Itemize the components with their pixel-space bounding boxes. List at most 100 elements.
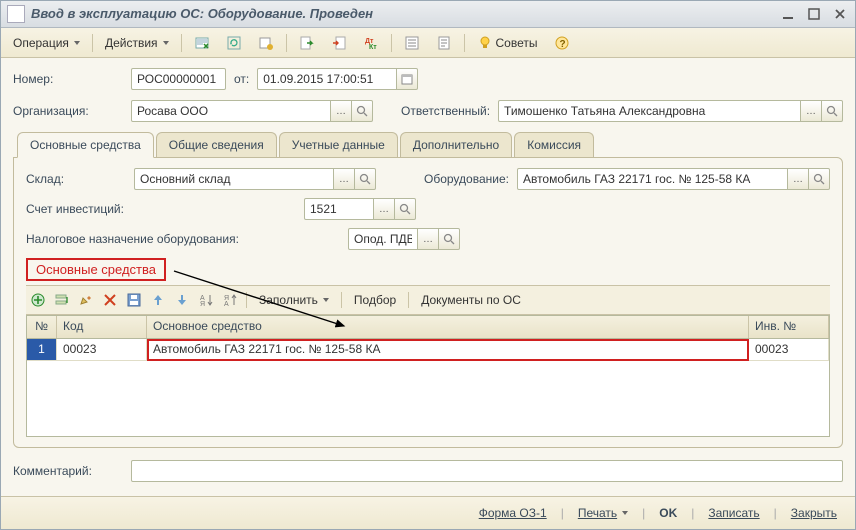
org-choose-button[interactable]: …	[331, 100, 352, 122]
table-row[interactable]: 1 00023 Автомобиль ГАЗ 22171 гос. № 125-…	[27, 339, 829, 361]
col-header-main[interactable]: Основное средство	[147, 316, 749, 338]
warehouse-choose-button[interactable]: …	[334, 168, 355, 190]
form-os1-label: Форма ОЗ-1	[479, 506, 547, 520]
ellipsis-icon: …	[423, 234, 433, 245]
tab-commission[interactable]: Комиссия	[514, 132, 594, 157]
fill-label: Заполнить	[259, 293, 318, 307]
grid-fill-menu[interactable]: Заполнить	[253, 291, 335, 309]
arrow-down-icon	[174, 292, 190, 308]
status-bar: Форма ОЗ-1 | Печать | OK | Записать | За…	[1, 496, 855, 529]
svg-text:Я: Я	[200, 301, 205, 308]
minimize-button[interactable]	[779, 6, 797, 22]
tab-main-assets[interactable]: Основные средства	[17, 132, 154, 158]
pencil-icon	[78, 292, 94, 308]
inv-account-choose-button[interactable]: …	[374, 198, 395, 220]
equipment-open-button[interactable]	[809, 168, 830, 190]
tax-input[interactable]	[348, 228, 418, 250]
ellipsis-icon: …	[336, 106, 346, 117]
toolbar-btn-4[interactable]	[293, 32, 321, 54]
toolbar-btn-1[interactable]	[188, 32, 216, 54]
responsible-open-button[interactable]	[822, 100, 843, 122]
number-input[interactable]	[131, 68, 226, 90]
toolbar-btn-7[interactable]	[398, 32, 426, 54]
cell-main[interactable]: Автомобиль ГАЗ 22171 гос. № 125-58 КА	[147, 339, 749, 361]
equipment-choose-button[interactable]: …	[788, 168, 809, 190]
col-header-inv[interactable]: Инв. №	[749, 316, 829, 338]
tax-choose-button[interactable]: …	[418, 228, 439, 250]
tab-accounting[interactable]: Учетные данные	[279, 132, 398, 157]
comment-label: Комментарий:	[13, 464, 123, 478]
svg-text:Кт: Кт	[369, 44, 377, 51]
warehouse-open-button[interactable]	[355, 168, 376, 190]
print-menu[interactable]: Печать	[570, 502, 636, 524]
inv-account-label: Счет инвестиций:	[26, 202, 296, 216]
toolbar-btn-2[interactable]	[220, 32, 248, 54]
sheet-out-icon	[299, 35, 315, 51]
org-input[interactable]	[131, 100, 331, 122]
tab-additional[interactable]: Дополнительно	[400, 132, 512, 157]
maximize-button[interactable]	[805, 6, 823, 22]
responsible-input[interactable]	[498, 100, 801, 122]
org-label: Организация:	[13, 104, 123, 118]
actions-menu[interactable]: Действия	[99, 33, 175, 53]
form-area: Номер: от: Организация: … Ответственный:…	[1, 58, 855, 496]
grid-movedown-button[interactable]	[172, 290, 192, 310]
toolbar-btn-5[interactable]	[325, 32, 353, 54]
actions-label: Действия	[105, 36, 158, 50]
report-icon	[436, 35, 452, 51]
chevron-down-icon	[622, 511, 628, 515]
grid-add-button[interactable]	[28, 290, 48, 310]
chevron-down-icon	[323, 298, 329, 302]
responsible-choose-button[interactable]: …	[801, 100, 822, 122]
grid-insert-button[interactable]	[52, 290, 72, 310]
equipment-label: Оборудование:	[424, 172, 509, 186]
tips-button[interactable]: Советы	[471, 32, 544, 54]
number-label: Номер:	[13, 72, 123, 86]
help-button[interactable]: ?	[548, 32, 576, 54]
toolbar-btn-3[interactable]	[252, 32, 280, 54]
window: Ввод в эксплуатацию ОС: Оборудование. Пр…	[0, 0, 856, 530]
close-window-button[interactable]: Закрыть	[783, 502, 845, 524]
grid-delete-button[interactable]	[100, 290, 120, 310]
cell-code[interactable]: 00023	[57, 339, 147, 361]
warehouse-label: Склад:	[26, 172, 126, 186]
cell-idx[interactable]: 1	[27, 339, 57, 361]
arrow-up-icon	[150, 292, 166, 308]
save-button[interactable]: Записать	[700, 502, 767, 524]
title-bar: Ввод в эксплуатацию ОС: Оборудование. Пр…	[1, 1, 855, 28]
assets-grid[interactable]: № Код Основное средство Инв. № 1 00023 А…	[26, 315, 830, 437]
warehouse-input[interactable]	[134, 168, 334, 190]
magnifier-icon	[359, 173, 371, 185]
form-icon	[194, 35, 210, 51]
ellipsis-icon: …	[339, 174, 349, 185]
comment-input[interactable]	[131, 460, 843, 482]
grid-docs-os-button[interactable]: Документы по ОС	[415, 291, 527, 309]
operation-menu[interactable]: Операция	[7, 33, 86, 53]
ok-button[interactable]: OK	[651, 502, 685, 524]
inv-account-open-button[interactable]	[395, 198, 416, 220]
equipment-input[interactable]	[517, 168, 788, 190]
grid-edit-button[interactable]	[76, 290, 96, 310]
magnifier-icon	[399, 203, 411, 215]
main-toolbar: Операция Действия ДтКт Советы ?	[1, 28, 855, 59]
grid-save-button[interactable]	[124, 290, 144, 310]
toolbar-btn-6[interactable]: ДтКт	[357, 32, 385, 54]
tab-strip: Основные средства Общие сведения Учетные…	[13, 132, 843, 157]
tax-open-button[interactable]	[439, 228, 460, 250]
tab-general[interactable]: Общие сведения	[156, 132, 277, 157]
toolbar-btn-8[interactable]	[430, 32, 458, 54]
date-input[interactable]	[257, 68, 397, 90]
calendar-button[interactable]	[397, 68, 418, 90]
form-os1-link[interactable]: Форма ОЗ-1	[471, 502, 555, 524]
close-button[interactable]	[831, 6, 849, 22]
col-header-idx[interactable]: №	[27, 316, 57, 338]
col-header-code[interactable]: Код	[57, 316, 147, 338]
grid-moveup-button[interactable]	[148, 290, 168, 310]
cell-inv[interactable]: 00023	[749, 339, 829, 361]
org-open-button[interactable]	[352, 100, 373, 122]
inv-account-input[interactable]	[304, 198, 374, 220]
grid-pick-button[interactable]: Подбор	[348, 291, 402, 309]
grid-header: № Код Основное средство Инв. №	[27, 316, 829, 339]
grid-sort-desc-button[interactable]: ЯA	[220, 290, 240, 310]
grid-sort-asc-button[interactable]: AЯ	[196, 290, 216, 310]
